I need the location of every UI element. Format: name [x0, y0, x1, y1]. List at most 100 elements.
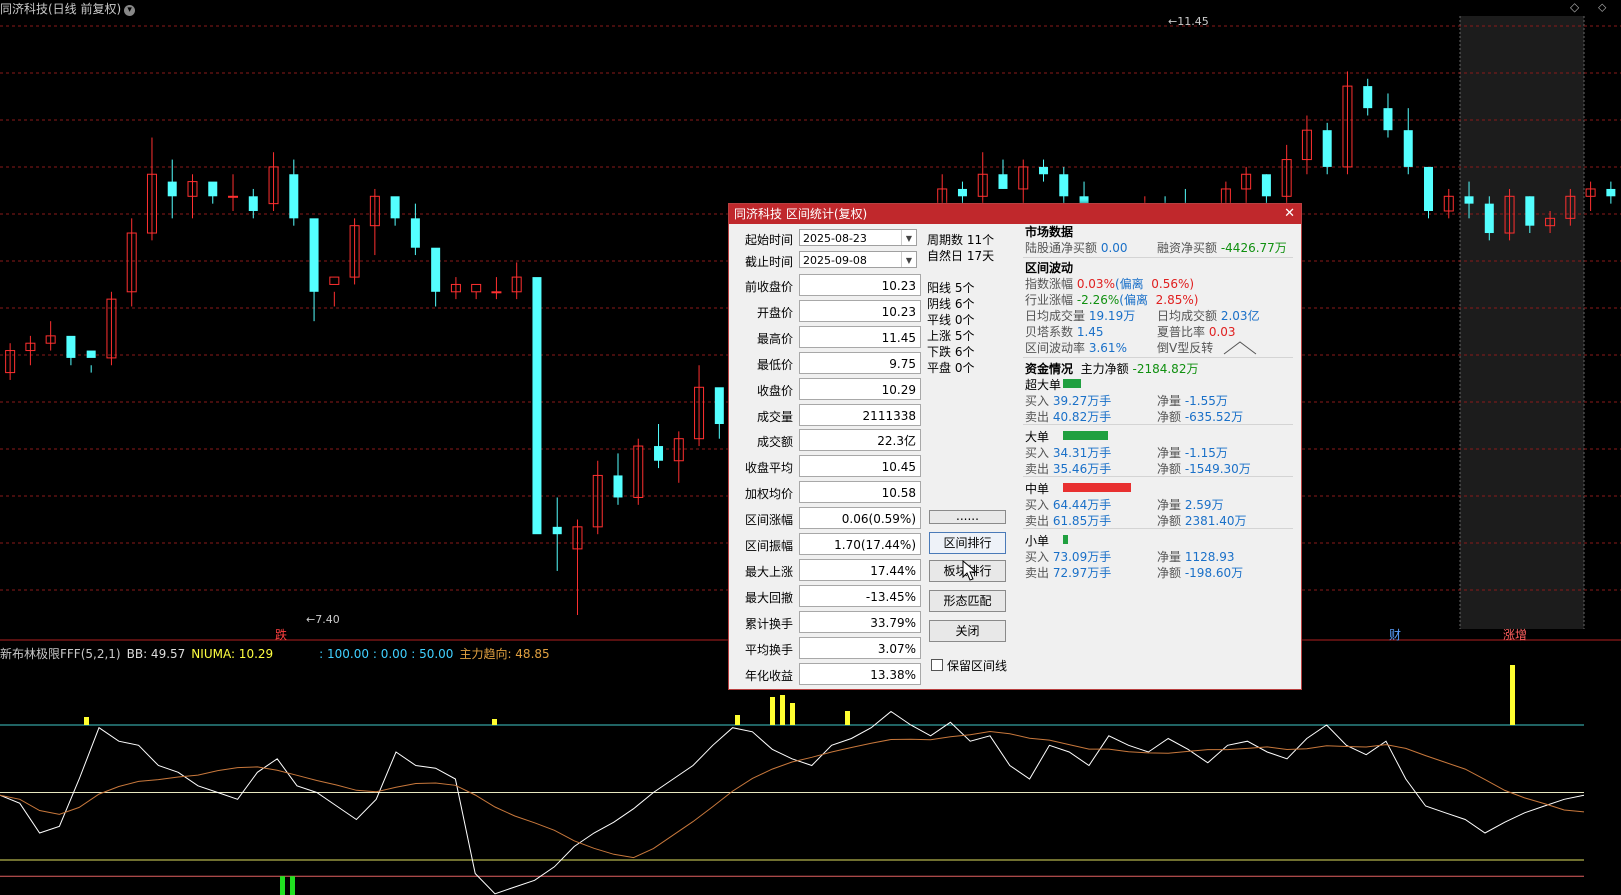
field-value: -13.45% — [799, 584, 921, 607]
indicator-niuma: NIUMA: 10.29 — [191, 647, 274, 661]
net-amt-label: 净额 — [1157, 410, 1182, 424]
hk-label: 陆股通净买额 — [1025, 241, 1098, 255]
candle-body — [1322, 130, 1332, 167]
checkbox-box[interactable] — [931, 659, 943, 671]
fund-net-qty: 净量 2.59万 — [1157, 496, 1224, 513]
signal-bar-up — [84, 717, 89, 725]
field-value: 3.07% — [799, 636, 921, 659]
start-date-value: 2025-08-23 — [803, 232, 867, 245]
candle-body — [957, 188, 967, 197]
fund-net-amt: 净额 2381.40万 — [1157, 512, 1246, 529]
indicator-name[interactable]: 新布林极限FFF(5,2,1) — [0, 647, 121, 661]
fund-bar — [1063, 431, 1108, 440]
net-amt-label: 净额 — [1157, 566, 1182, 580]
main-net-label: 主力净额 — [1080, 362, 1129, 376]
index-value: 0.03% — [1076, 277, 1115, 291]
group-name: 中单 — [1025, 482, 1050, 496]
more-button[interactable]: ...... — [929, 510, 1006, 524]
close-icon[interactable]: ✕ — [1284, 204, 1295, 224]
field-value: 10.23 — [799, 299, 921, 322]
field-value: 10.23 — [799, 274, 921, 296]
candle-body — [390, 196, 400, 219]
candle-body — [613, 475, 623, 498]
field-value: 9.75 — [799, 351, 921, 374]
field-value: 13.38% — [799, 662, 921, 685]
keep-line-label: 保留区间线 — [947, 659, 1008, 673]
buy-value: 34.31万手 — [1052, 446, 1112, 460]
sell-label: 卖出 — [1025, 566, 1050, 580]
candle-body — [86, 350, 96, 358]
avg-volume-label: 日均成交量 — [1025, 309, 1086, 323]
event-label-mid[interactable]: 财 — [1386, 626, 1404, 643]
period-count: 周期数 11个 — [927, 233, 995, 247]
volatility-rate: 区间波动率 3.61% — [1025, 339, 1127, 356]
chevron-down-icon[interactable]: ▾ — [124, 5, 136, 16]
event-label-left[interactable]: 跌 — [272, 626, 290, 643]
range-rank-button[interactable]: 区间排行 — [929, 532, 1006, 554]
signal-bar-up — [1510, 665, 1515, 725]
end-date-picker[interactable]: 2025-09-08 ▼ — [799, 251, 917, 268]
stock-title[interactable]: 同济科技(日线 前复权) ▾ — [0, 0, 136, 17]
event-label-right[interactable]: 涨增 — [1500, 626, 1530, 643]
field-value: 11.45 — [799, 325, 921, 348]
net-amt-value: -1549.30万 — [1184, 462, 1251, 476]
chevron-down-icon[interactable]: ▼ — [901, 252, 916, 267]
field-value: 2111338 — [799, 403, 921, 426]
day-stat-even: 平盘 0个 — [927, 361, 975, 375]
buy-value: 39.27万手 — [1052, 394, 1112, 408]
beta-label: 贝塔系数 — [1025, 325, 1074, 339]
fund-bar — [1063, 483, 1131, 492]
day-stat-down: 阴线 6个 — [927, 297, 975, 311]
field-value: 17.44% — [799, 558, 921, 581]
settings-icon[interactable]: ⬦ — [1598, 0, 1606, 15]
sharpe-label: 夏普比率 — [1157, 325, 1206, 339]
candle-body — [471, 283, 482, 293]
candle-body — [1363, 86, 1373, 109]
price-low-label: ←7.40 — [306, 613, 340, 626]
keep-line-checkbox[interactable]: 保留区间线 — [931, 657, 1007, 674]
net-qty-value: 1128.93 — [1184, 550, 1235, 564]
restore-icon[interactable]: ◇ — [1570, 0, 1579, 14]
field-label: 累计换手 — [744, 616, 793, 631]
net-qty-value: 2.59万 — [1184, 498, 1224, 512]
inverted-v-icon — [1223, 341, 1257, 355]
fund-net-qty: 净量 1128.93 — [1157, 548, 1234, 565]
fund-bar — [1063, 535, 1068, 544]
field-label: 最低价 — [756, 357, 793, 372]
fund-sell: 卖出 61.85万手 — [1025, 512, 1111, 529]
industry-dev-label: (偏离 — [1119, 293, 1148, 307]
field-value: 10.58 — [799, 481, 921, 504]
pattern-label: 倒V型反转 — [1157, 341, 1214, 355]
avg-volume-value: 19.19万 — [1088, 309, 1136, 323]
candle-body — [66, 335, 76, 358]
candle-body — [208, 181, 218, 197]
group-name: 超大单 — [1025, 378, 1062, 392]
industry-value: -2.26% — [1076, 293, 1120, 307]
candle-body — [714, 387, 724, 425]
chevron-down-icon[interactable]: ▼ — [901, 230, 916, 245]
industry-dev-value: 2.85%) — [1155, 293, 1199, 307]
buy-label: 买入 — [1025, 498, 1050, 512]
natural-days: 自然日 17天 — [927, 249, 995, 263]
sharpe: 夏普比率 0.03 — [1157, 323, 1236, 340]
field-label: 前收盘价 — [744, 280, 793, 294]
close-button[interactable]: 关闭 — [929, 620, 1006, 642]
sell-value: 72.97万手 — [1052, 566, 1112, 580]
divider — [1023, 357, 1293, 358]
sell-label: 卖出 — [1025, 410, 1050, 424]
sell-value: 61.85万手 — [1052, 514, 1112, 528]
avg-amount-label: 日均成交额 — [1157, 309, 1218, 323]
sharpe-value: 0.03 — [1208, 325, 1236, 339]
mouse-cursor-icon — [962, 560, 978, 581]
divider — [1023, 257, 1293, 258]
beta-value: 1.45 — [1076, 325, 1104, 339]
pattern-match-button[interactable]: 形态匹配 — [929, 590, 1006, 612]
net-qty-label: 净量 — [1157, 394, 1182, 408]
start-date-picker[interactable]: 2025-08-23 ▼ — [799, 229, 917, 246]
avg-amount-value: 2.03亿 — [1220, 309, 1260, 323]
field-label: 成交额 — [756, 435, 793, 450]
buy-label: 买入 — [1025, 394, 1050, 408]
vol-rate-label: 区间波动率 — [1025, 341, 1086, 355]
field-label: 最大回撤 — [744, 590, 793, 605]
dialog-titlebar[interactable]: 同济科技 区间统计(复权) ✕ — [729, 204, 1301, 224]
